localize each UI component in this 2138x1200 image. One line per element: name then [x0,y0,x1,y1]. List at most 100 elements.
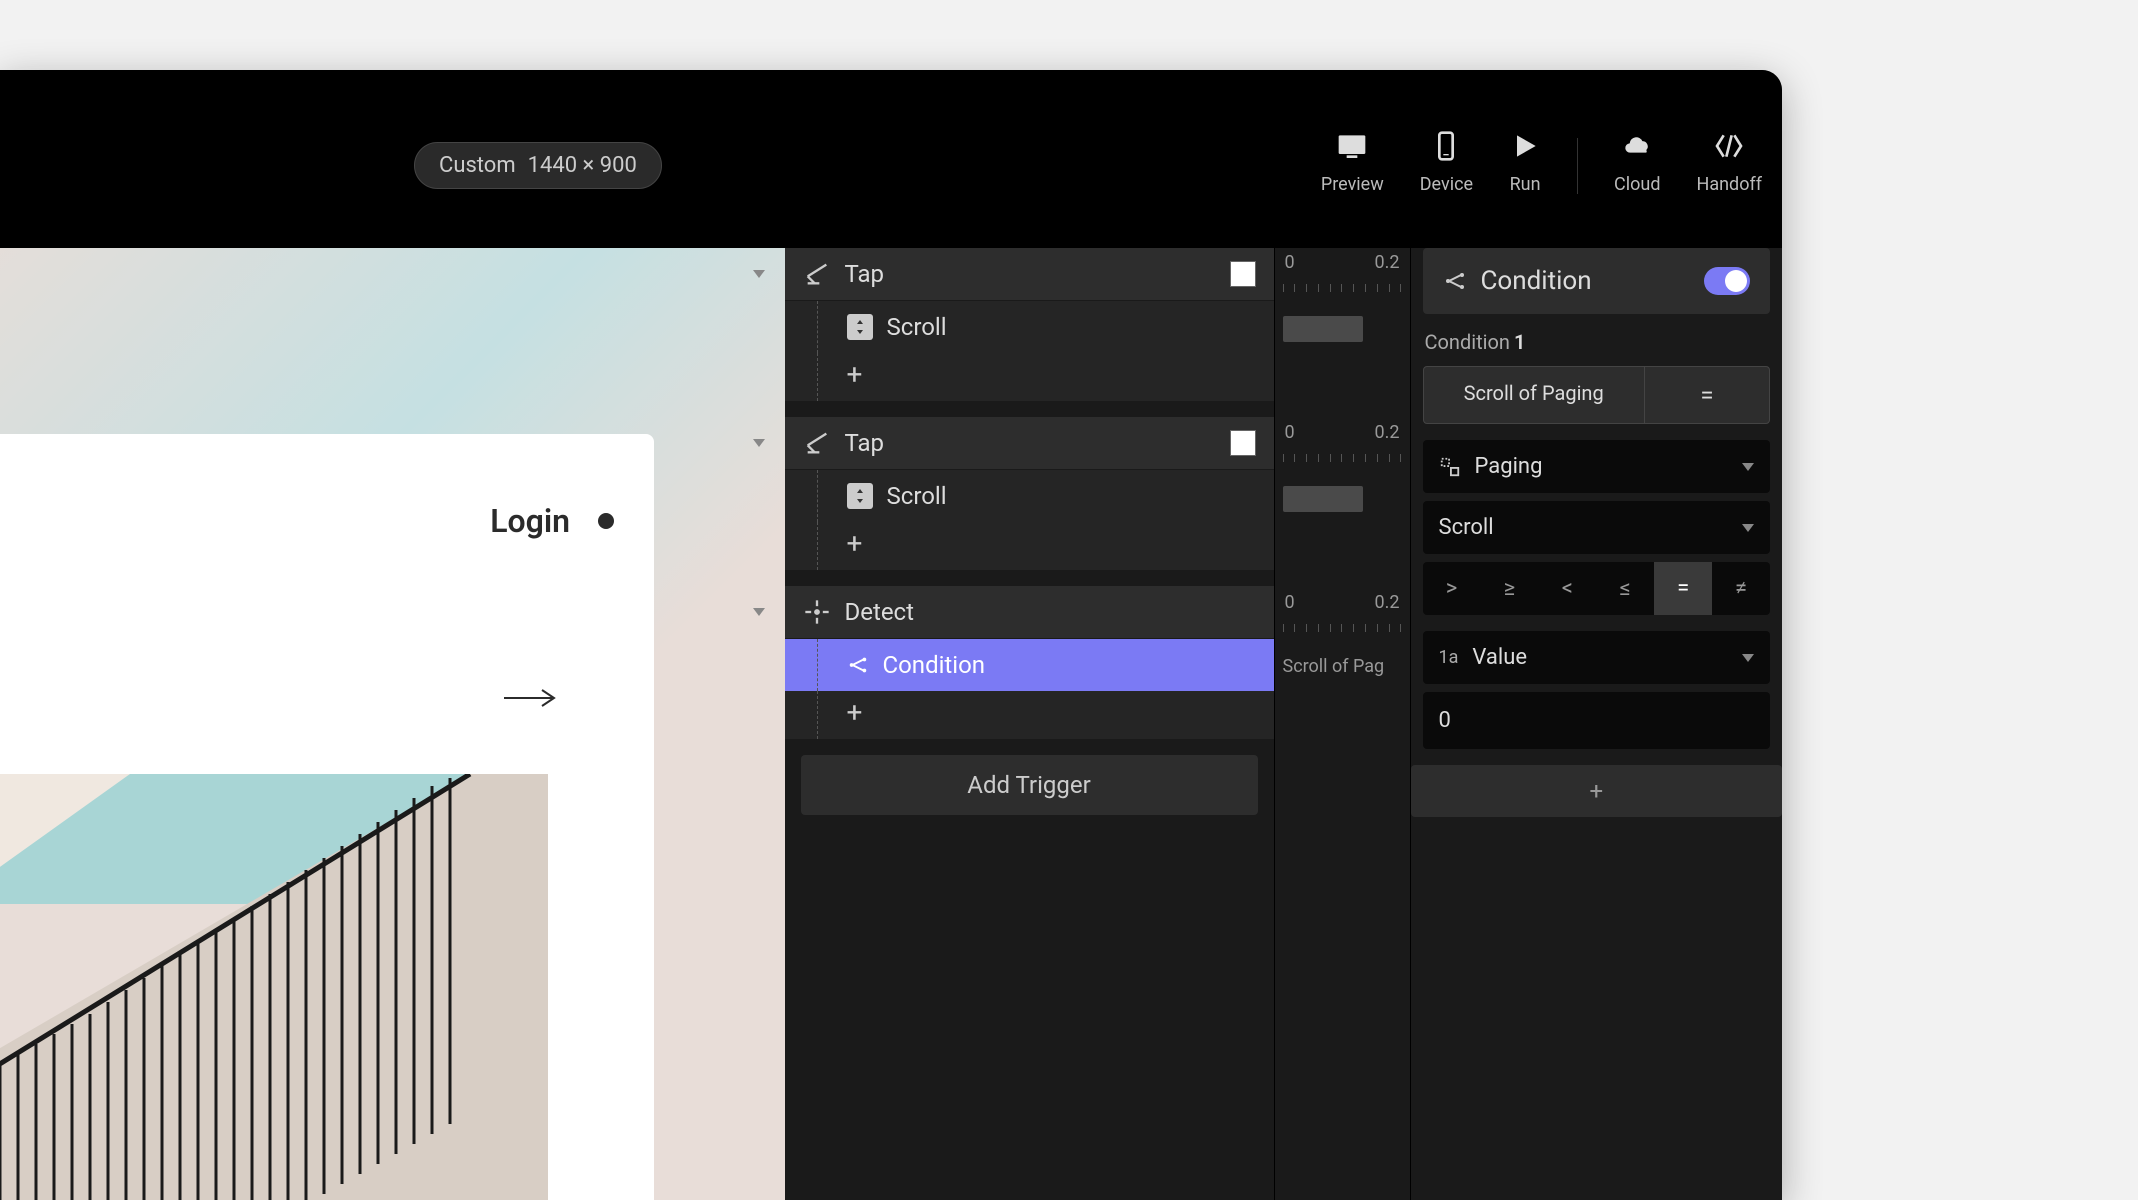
timeline-tick-mid: 0.2 [1375,422,1400,443]
login-dot-icon [598,513,614,529]
chevron-down-icon [1742,524,1754,532]
trigger-label: Tap [845,260,1216,288]
trigger-add-action-3: + [785,691,1274,739]
login-image [0,774,548,1200]
timeline-group-3: 0 0.2 Scroll of Pag [1275,588,1410,689]
operator-gte[interactable]: ≥ [1480,562,1538,615]
device-icon [1430,130,1462,162]
trigger-group-tap-1: Tap Scroll + [785,248,1274,401]
timeline-tick-mid: 0.2 [1375,252,1400,273]
timeline-ruler-2: 0 0.2 [1275,418,1410,474]
triggers-panel: Tap Scroll + [785,248,1275,1200]
toolbar: Custom 1440 × 900 Preview Device Run Clo… [0,70,1782,248]
scroll-icon [847,483,873,509]
condition-source-label: Scroll of Paging [1424,367,1645,423]
trigger-action-scroll-2[interactable]: Scroll [785,469,1274,522]
operator-lt[interactable]: < [1538,562,1596,615]
handoff-button[interactable]: Handoff [1696,130,1762,195]
login-header: Login [0,434,654,570]
preview-button[interactable]: Preview [1321,130,1384,195]
tap-icon [803,260,831,288]
trigger-group-tap-2: Tap Scroll + [785,417,1274,570]
trigger-action-label: Scroll [887,313,1256,341]
timeline-group-2: 0 0.2 [1275,418,1410,572]
detect-icon [803,598,831,626]
condition-icon [847,654,869,676]
timeline-group-1: 0 0.2 [1275,248,1410,402]
operator-gt[interactable]: > [1423,562,1481,615]
add-action-button[interactable]: + [847,358,863,391]
timeline-ruler-1: 0 0.2 [1275,248,1410,304]
preview-icon [1336,130,1368,162]
operator-eq[interactable]: = [1654,562,1712,615]
timeline-ruler-3: 0 0.2 [1275,588,1410,644]
chevron-down-icon [1742,654,1754,662]
operator-lte[interactable]: ≤ [1596,562,1654,615]
paging-dropdown[interactable]: Paging [1423,440,1771,493]
trigger-action-condition[interactable]: Condition [785,638,1274,691]
caret-down-icon[interactable] [753,439,765,447]
scroll-icon [847,314,873,340]
login-card: Login [0,434,654,1200]
inspector-panel: Condition Condition1 Scroll of Paging = … [1411,248,1783,1200]
condition-summary-box[interactable]: Scroll of Paging = [1423,366,1771,424]
value-input[interactable]: 0 [1423,692,1771,749]
trigger-header-tap-2[interactable]: Tap [785,417,1274,469]
timeline-tick-mid: 0.2 [1375,592,1400,613]
run-button[interactable]: Run [1509,130,1541,195]
inspector-title: Condition [1481,266,1691,296]
timeline-bar-2[interactable] [1275,474,1410,530]
tap-icon [803,429,831,457]
trigger-action-scroll-1[interactable]: Scroll [785,300,1274,353]
caret-down-icon[interactable] [753,608,765,616]
add-action-button[interactable]: + [847,696,863,729]
canvas-viewport[interactable]: Login [0,248,785,1200]
cloud-button[interactable]: Cloud [1614,130,1660,195]
timeline-tick-start: 0 [1285,422,1295,443]
condition-section: Condition1 Scroll of Paging = Paging Scr… [1411,330,1783,749]
timeline-condition-text: Scroll of Pag [1275,644,1410,689]
trigger-action-label: Scroll [887,482,1256,510]
value-type-prefix: 1a [1439,647,1459,668]
dropdown-label: Value [1472,645,1728,670]
canvas-size-label: Custom [439,153,516,178]
toolbar-divider [1577,138,1578,194]
scroll-dropdown[interactable]: Scroll [1423,501,1771,554]
value-type-dropdown[interactable]: 1a Value [1423,631,1771,684]
trigger-add-action-1: + [785,353,1274,401]
condition-source-op: = [1645,367,1769,423]
timeline-bar-1[interactable] [1275,304,1410,360]
add-condition-button[interactable]: + [1411,765,1783,817]
operator-neq[interactable]: ≠ [1712,562,1770,615]
trigger-label: Tap [845,429,1216,457]
handoff-icon [1713,130,1745,162]
timeline-tick-start: 0 [1285,252,1295,273]
trigger-group-detect: Detect Condition + [785,586,1274,739]
toolbar-actions: Preview Device Run Cloud Handoff [1321,130,1762,195]
caret-down-icon[interactable] [753,270,765,278]
dropdown-label: Scroll [1439,515,1729,540]
dropdown-label: Paging [1475,454,1729,479]
trigger-color-swatch[interactable] [1230,430,1256,456]
trigger-label: Detect [845,598,1256,626]
canvas-size-dims: 1440 × 900 [528,153,637,178]
canvas-size-selector[interactable]: Custom 1440 × 900 [414,142,662,189]
play-icon [1509,130,1541,162]
app-window: Custom 1440 × 900 Preview Device Run Clo… [0,70,1782,1200]
condition-icon [1443,269,1467,293]
condition-number-label: Condition1 [1423,330,1771,354]
trigger-color-swatch[interactable] [1230,261,1256,287]
trigger-header-tap-1[interactable]: Tap [785,248,1274,300]
condition-toggle[interactable] [1704,267,1750,295]
chevron-down-icon [1742,463,1754,471]
timeline-panel: 0 0.2 0 [1275,248,1411,1200]
operator-selector: > ≥ < ≤ = ≠ [1423,562,1771,615]
trigger-header-detect[interactable]: Detect [785,586,1274,638]
content-area: Login [0,248,1782,1200]
add-trigger-button[interactable]: Add Trigger [801,755,1258,815]
paging-icon [1439,456,1461,478]
add-action-button[interactable]: + [847,527,863,560]
trigger-add-action-2: + [785,522,1274,570]
device-button[interactable]: Device [1420,130,1473,195]
inspector-header: Condition [1423,248,1771,314]
